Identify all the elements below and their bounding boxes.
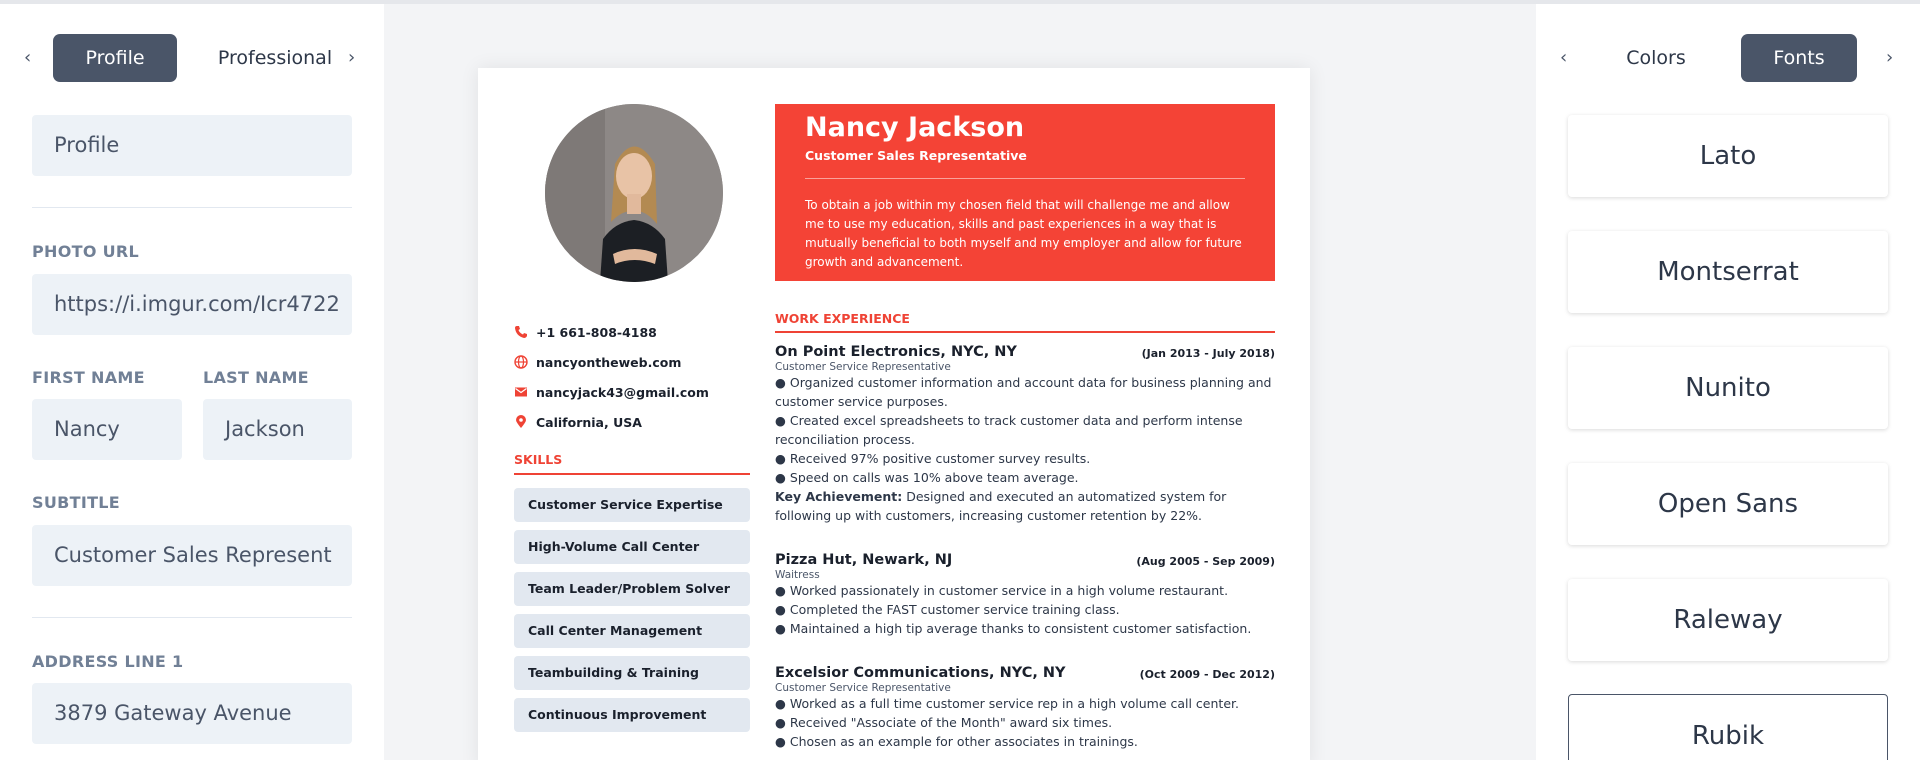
address-line-1-label: ADDRESS LINE 1 <box>32 652 184 671</box>
resume-name: Nancy Jackson <box>805 112 1025 143</box>
job-entry: On Point Electronics, NYC, NY (Jan 2013 … <box>775 344 1275 525</box>
subtitle-input[interactable]: Customer Sales Represent <box>32 525 352 586</box>
resume-preview: +1 661-808-4188 nancyontheweb.com nancyj… <box>478 68 1310 760</box>
phone-icon <box>515 326 527 338</box>
skill-tag: Call Center Management <box>514 614 750 648</box>
font-option-lato[interactable]: Lato <box>1568 115 1888 197</box>
header-divider <box>805 178 1245 179</box>
job-bullet: ● Organized customer information and acc… <box>775 375 1272 409</box>
job-achievement: Key Achievement: Designed and executed a… <box>775 487 1275 525</box>
job-bullet: ● Worked as a full time customer service… <box>775 696 1239 711</box>
tab-fonts[interactable]: Fonts <box>1741 34 1857 82</box>
skills-underline <box>514 473 750 475</box>
contact-location: California, USA <box>514 415 642 430</box>
photo-url-label: PHOTO URL <box>32 242 140 261</box>
chevron-left-icon[interactable]: ‹ <box>1560 47 1567 68</box>
font-option-montserrat[interactable]: Montserrat <box>1568 231 1888 313</box>
job-entry: Excelsior Communications, NYC, NY (Oct 2… <box>775 665 1275 751</box>
job-bullet: ● Chosen as an example for other associa… <box>775 734 1138 749</box>
chevron-right-icon[interactable]: › <box>348 47 355 68</box>
divider <box>32 617 352 618</box>
job-bullet: ● Speed on calls was 10% above team aver… <box>775 470 1079 485</box>
skill-tag: Continuous Improvement <box>514 698 750 732</box>
job-entry: Pizza Hut, Newark, NJ (Aug 2005 - Sep 20… <box>775 552 1275 638</box>
skill-tag: Team Leader/Problem Solver <box>514 572 750 606</box>
resume-objective: To obtain a job within my chosen field t… <box>805 198 1242 269</box>
job-bullet: ● Created excel spreadsheets to track cu… <box>775 413 1243 447</box>
chevron-right-icon[interactable]: › <box>1886 47 1893 68</box>
mail-icon <box>515 387 527 397</box>
photo-url-input[interactable]: https://i.imgur.com/Icr4722 <box>32 274 352 335</box>
work-experience-heading: WORK EXPERIENCE <box>775 311 910 326</box>
achievement-label: Key Achievement: <box>775 489 903 504</box>
font-option-open-sans[interactable]: Open Sans <box>1568 463 1888 545</box>
skill-tag: High-Volume Call Center <box>514 530 750 564</box>
contact-phone: +1 661-808-4188 <box>514 325 657 340</box>
contact-text: nancyjack43@gmail.com <box>536 385 709 400</box>
resume-header: Nancy Jackson Customer Sales Representat… <box>775 104 1275 281</box>
contact-text: +1 661-808-4188 <box>536 325 657 340</box>
portrait-illustration <box>545 104 723 282</box>
tab-profile[interactable]: Profile <box>53 34 177 82</box>
editor-panel: ‹ Profile Professional › Profile PHOTO U… <box>0 4 384 760</box>
resume-subtitle: Customer Sales Representative <box>805 148 1027 163</box>
globe-icon <box>514 355 528 369</box>
first-name-input[interactable]: Nancy <box>32 399 182 460</box>
skill-tag: Customer Service Expertise <box>514 488 750 522</box>
location-icon <box>516 415 526 428</box>
contact-email: nancyjack43@gmail.com <box>514 385 709 400</box>
theme-panel: ‹ Colors Fonts › Lato Montserrat Nunito … <box>1536 4 1920 760</box>
chevron-left-icon[interactable]: ‹ <box>24 47 31 68</box>
job-bullet: ● Worked passionately in customer servic… <box>775 583 1229 598</box>
job-dates: (Oct 2009 - Dec 2012) <box>1139 668 1275 681</box>
contact-text: nancyontheweb.com <box>536 355 682 370</box>
theme-tabs: ‹ Colors Fonts › <box>1536 34 1920 84</box>
job-role: Waitress <box>775 569 820 581</box>
tab-professional[interactable]: Professional <box>208 34 342 82</box>
tab-colors[interactable]: Colors <box>1594 34 1718 82</box>
work-underline <box>775 331 1275 333</box>
job-bullet: ● Completed the FAST customer service tr… <box>775 602 1120 617</box>
subtitle-label: SUBTITLE <box>32 493 121 512</box>
job-bullet: ● Maintained a high tip average thanks t… <box>775 621 1252 636</box>
last-name-input[interactable]: Jackson <box>203 399 352 460</box>
job-bullet: ● Received "Associate of the Month" awar… <box>775 715 1113 730</box>
font-option-nunito[interactable]: Nunito <box>1568 347 1888 429</box>
skills-heading: SKILLS <box>514 452 563 467</box>
section-tabs: ‹ Profile Professional › <box>0 34 384 84</box>
profile-photo <box>545 104 723 282</box>
job-dates: (Jan 2013 - July 2018) <box>1141 347 1275 360</box>
section-title-input[interactable]: Profile <box>32 115 352 176</box>
job-bullet: ● Received 97% positive customer survey … <box>775 451 1091 466</box>
job-role: Customer Service Representative <box>775 361 951 373</box>
font-option-raleway[interactable]: Raleway <box>1568 579 1888 661</box>
last-name-label: LAST NAME <box>203 368 309 387</box>
font-option-rubik[interactable]: Rubik <box>1568 694 1888 760</box>
skill-tag: Teambuilding & Training <box>514 656 750 690</box>
job-dates: (Aug 2005 - Sep 2009) <box>1136 555 1275 568</box>
first-name-label: FIRST NAME <box>32 368 145 387</box>
divider <box>32 207 352 208</box>
job-role: Customer Service Representative <box>775 682 951 694</box>
address-line-1-input[interactable]: 3879 Gateway Avenue <box>32 683 352 744</box>
contact-text: California, USA <box>536 415 642 430</box>
contact-website: nancyontheweb.com <box>514 355 681 370</box>
